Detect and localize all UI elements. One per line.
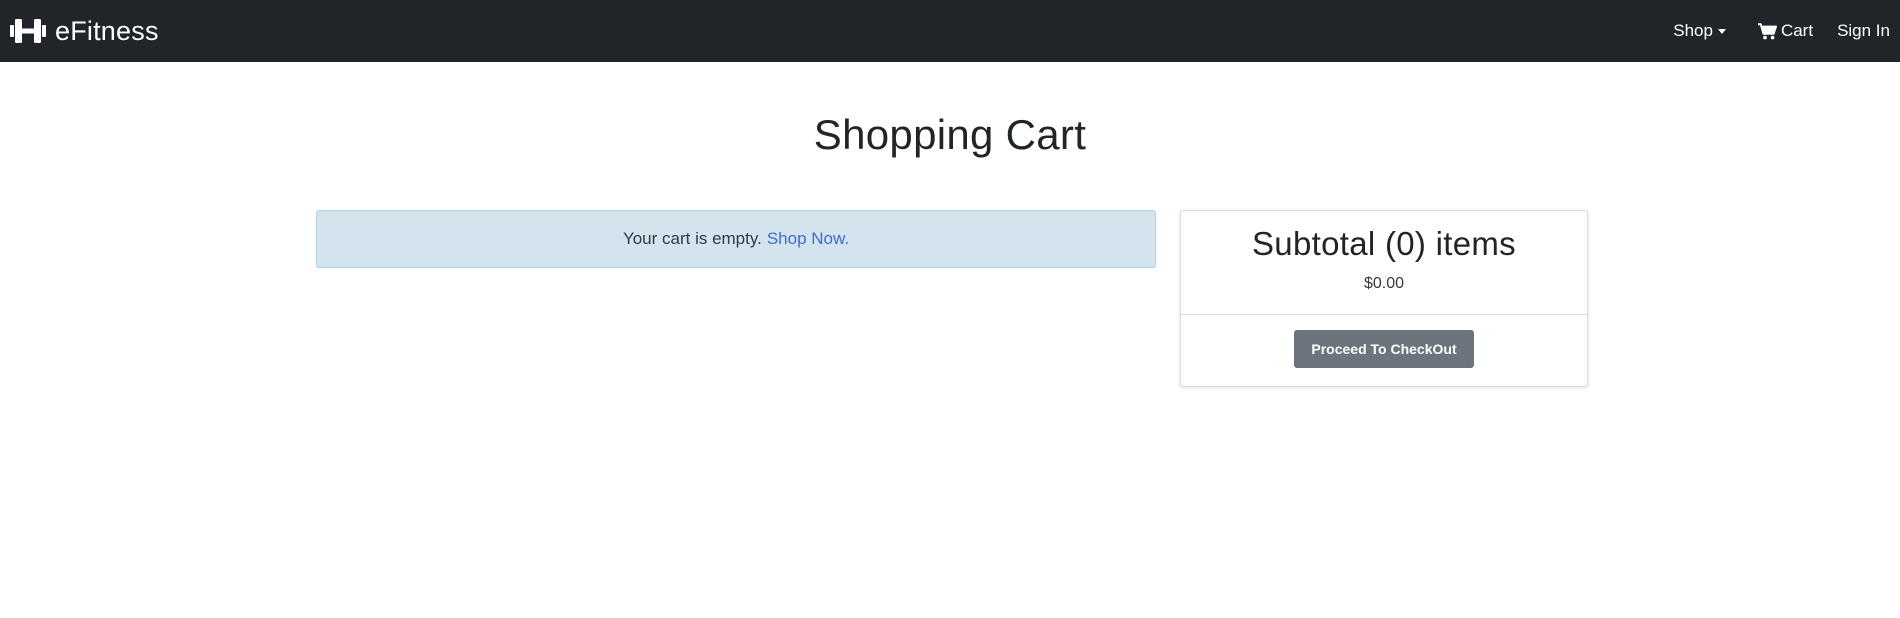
sign-in-label: Sign In xyxy=(1837,21,1890,40)
dumbbell-icon xyxy=(10,19,46,43)
sign-in-link[interactable]: Sign In xyxy=(1837,21,1890,41)
brand-name: eFitness xyxy=(55,15,159,46)
shopping-cart-icon xyxy=(1757,22,1777,39)
summary-header: Subtotal (0) items $0.00 xyxy=(1181,211,1587,315)
cart-link[interactable]: Cart xyxy=(1757,21,1814,41)
empty-cart-alert: Your cart is empty. Shop Now. xyxy=(316,210,1156,268)
top-navbar: eFitness Shop Cart Sign In xyxy=(0,0,1900,62)
order-summary-card: Subtotal (0) items $0.00 Proceed To Chec… xyxy=(1180,210,1588,387)
cart-label: Cart xyxy=(1780,21,1814,40)
proceed-to-checkout-button[interactable]: Proceed To CheckOut xyxy=(1294,330,1474,368)
nav-menu: Shop Cart Sign In xyxy=(1673,0,1890,62)
shop-label: Shop xyxy=(1673,21,1713,40)
subtotal-heading: Subtotal (0) items xyxy=(1251,225,1516,262)
empty-cart-message: Your cart is empty. xyxy=(622,229,762,248)
shop-dropdown-toggle[interactable]: Shop xyxy=(1673,21,1726,41)
page-title: Shopping Cart xyxy=(813,111,1087,158)
subtotal-price: $0.00 xyxy=(1363,275,1405,292)
caret-down-icon xyxy=(1717,29,1726,34)
brand-link[interactable]: eFitness xyxy=(10,16,159,47)
summary-actions: Proceed To CheckOut xyxy=(1181,315,1587,368)
shop-now-link[interactable]: Shop Now. xyxy=(767,229,849,249)
